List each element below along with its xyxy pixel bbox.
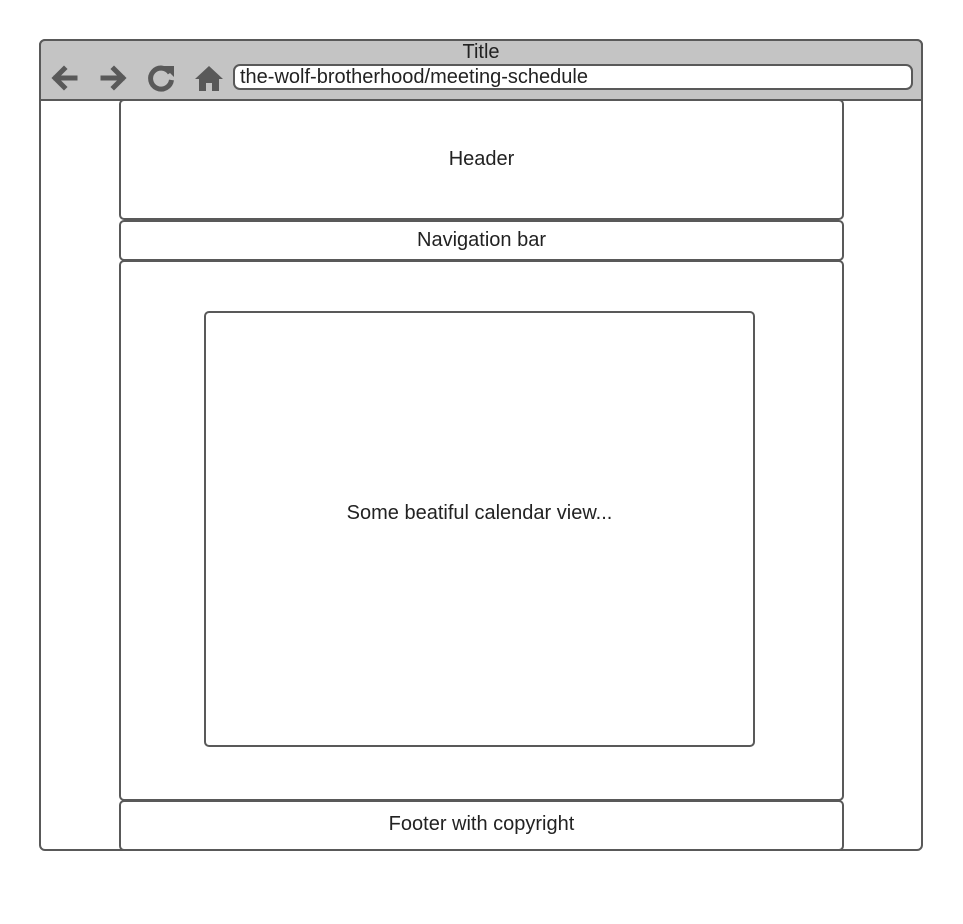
calendar-view-label: Some beatiful calendar view... <box>346 502 613 524</box>
navigation-bar[interactable]: Navigation bar <box>119 220 844 261</box>
forward-arrow-icon[interactable] <box>97 61 131 95</box>
address-bar[interactable]: the-wolf-brotherhood/meeting-schedule <box>233 64 913 90</box>
reload-icon[interactable] <box>144 61 178 95</box>
navigation-bar-label: Navigation bar <box>417 229 546 251</box>
page-footer: Footer with copyright <box>119 800 844 851</box>
browser-title-bar: Title the-wolf-brotherhood/meeting-sched… <box>39 39 923 101</box>
window-title: Title <box>462 41 500 63</box>
footer-label: Footer with copyright <box>388 813 575 835</box>
calendar-view[interactable]: Some beatiful calendar view... <box>204 311 755 747</box>
back-arrow-icon[interactable] <box>47 61 81 95</box>
header-label: Header <box>448 148 515 170</box>
page-header: Header <box>119 99 844 220</box>
home-icon[interactable] <box>192 61 226 95</box>
